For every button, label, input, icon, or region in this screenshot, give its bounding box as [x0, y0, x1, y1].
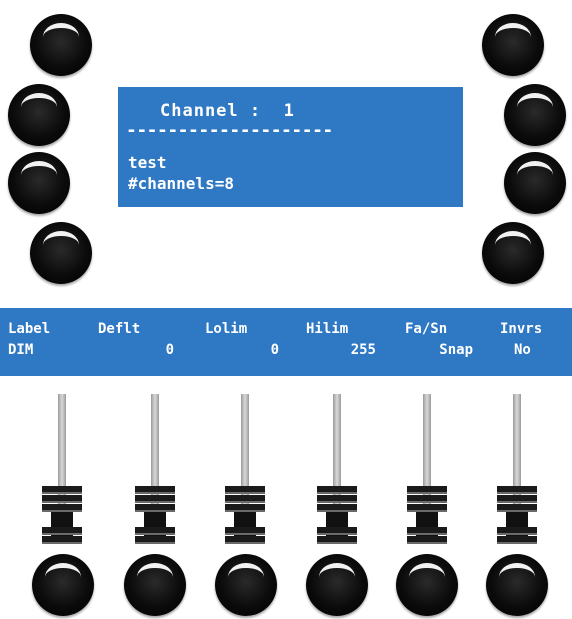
fader-2[interactable] [135, 394, 175, 570]
fader-cap[interactable] [497, 486, 537, 546]
fader-cap[interactable] [135, 486, 175, 546]
left-knob-3[interactable] [8, 152, 70, 214]
param-header: Invrs [500, 321, 543, 337]
bottom-knob-2[interactable] [124, 554, 186, 616]
param-value: 0 [165, 342, 174, 358]
left-knob-1[interactable] [30, 14, 92, 76]
param-value: No [514, 342, 531, 358]
param-value: DIM [8, 342, 34, 358]
bottom-knob-5[interactable] [396, 554, 458, 616]
fader-4[interactable] [317, 394, 357, 570]
fader-cap[interactable] [225, 486, 265, 546]
fader-1[interactable] [42, 394, 82, 570]
fader-6[interactable] [497, 394, 537, 570]
bottom-knob-3[interactable] [215, 554, 277, 616]
param-header: Lolim [205, 321, 248, 337]
bottom-knob-1[interactable] [32, 554, 94, 616]
fader-cap[interactable] [407, 486, 447, 546]
right-knob-3[interactable] [504, 152, 566, 214]
channel-name: test [128, 153, 167, 172]
right-knob-1[interactable] [482, 14, 544, 76]
fader-5[interactable] [407, 394, 447, 570]
param-header: Label [8, 321, 51, 337]
right-knob-4[interactable] [482, 222, 544, 284]
param-value: 0 [270, 342, 279, 358]
bottom-knob-6[interactable] [486, 554, 548, 616]
channel-count: #channels=8 [128, 174, 234, 193]
channel-title: Channel : 1 [160, 101, 295, 121]
fader-3[interactable] [225, 394, 265, 570]
right-knob-2[interactable] [504, 84, 566, 146]
param-value: 255 [350, 342, 376, 358]
param-header: Deflt [98, 321, 141, 337]
left-knob-2[interactable] [8, 84, 70, 146]
param-header: Fa/Sn [405, 321, 448, 337]
parameter-bar: Label DIM Deflt 0 Lolim 0 Hilim 255 Fa/S… [0, 308, 572, 376]
lcd-display: Channel : 1 -------------------- test #c… [118, 87, 463, 207]
left-knob-4[interactable] [30, 222, 92, 284]
param-value: Snap [439, 342, 473, 358]
fader-cap[interactable] [42, 486, 82, 546]
fader-cap[interactable] [317, 486, 357, 546]
param-header: Hilim [306, 321, 349, 337]
separator-line: -------------------- [126, 120, 333, 141]
bottom-knob-4[interactable] [306, 554, 368, 616]
